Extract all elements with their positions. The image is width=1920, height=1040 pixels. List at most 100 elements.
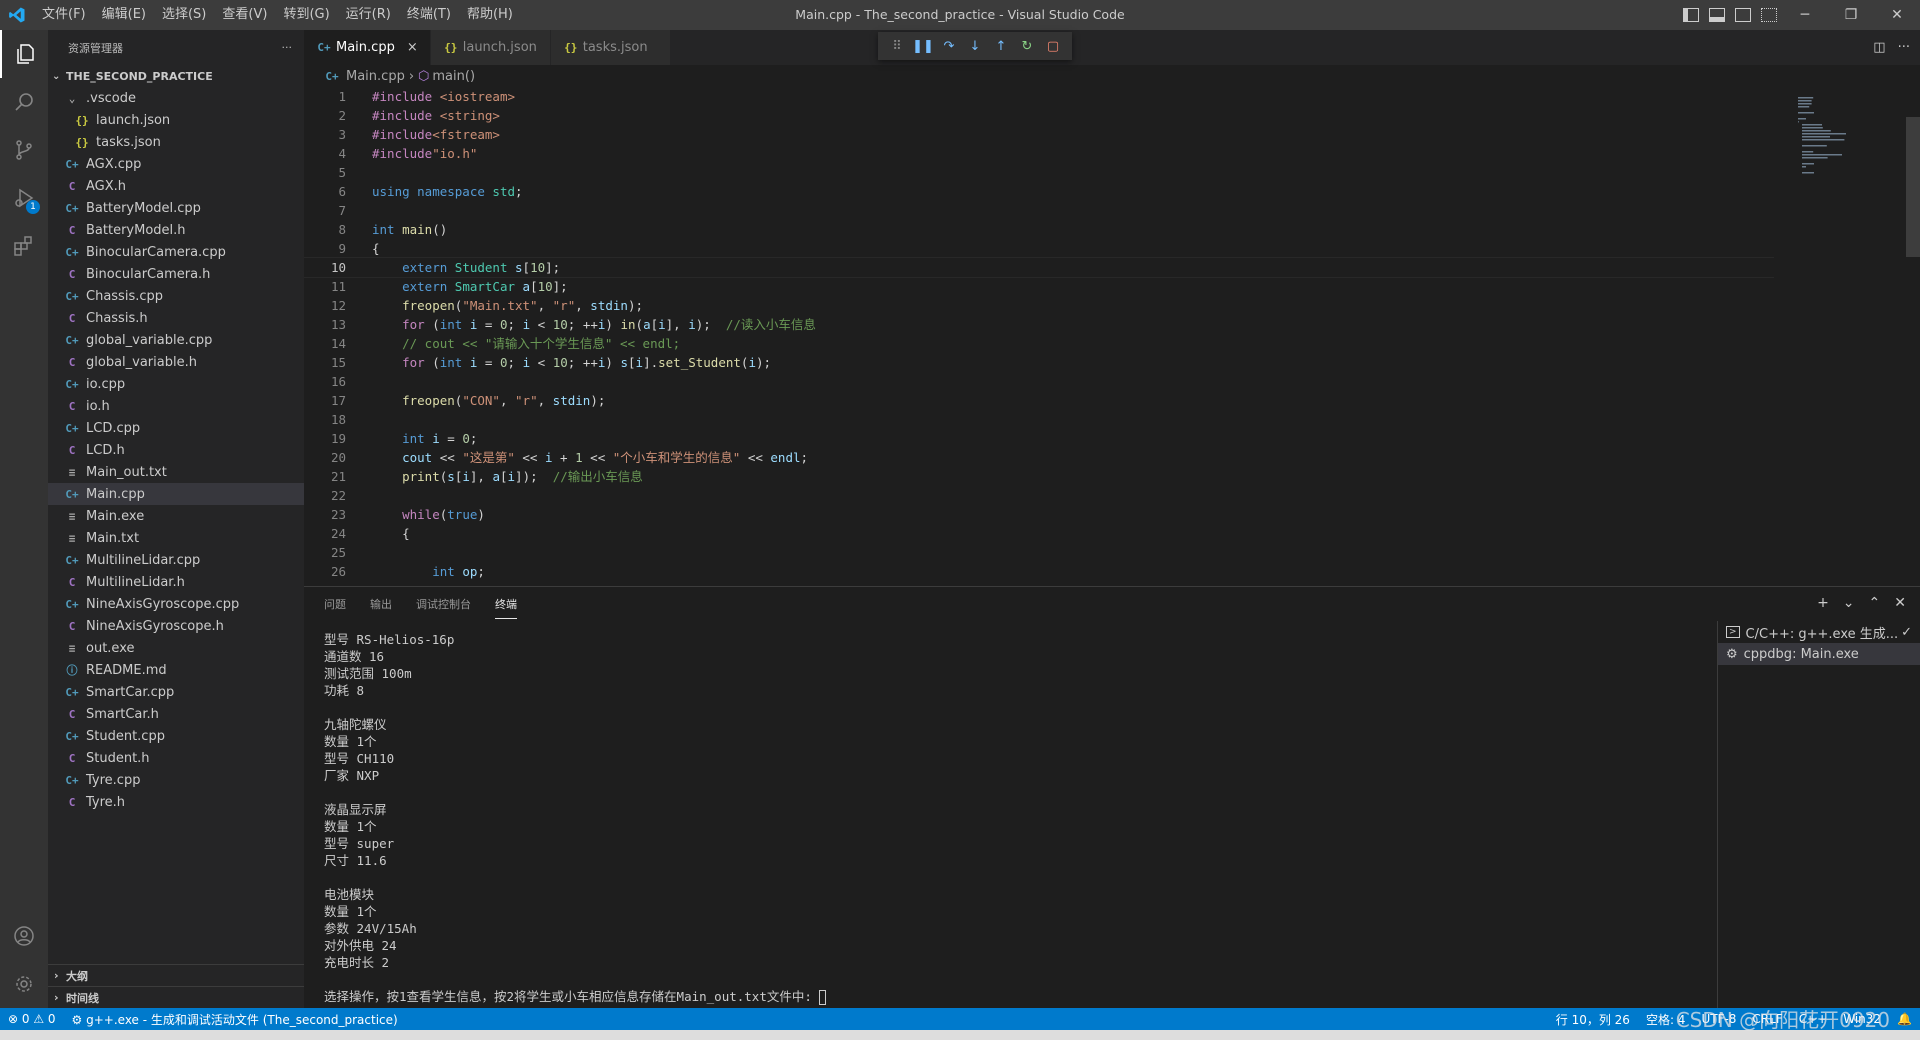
menu-item[interactable]: 终端(T) <box>399 0 459 30</box>
pause-icon[interactable]: ❚❚ <box>910 35 936 57</box>
tree-item[interactable]: C+ BatteryModel.cpp <box>48 197 304 219</box>
tree-item[interactable]: ≡ out.exe <box>48 637 304 659</box>
tree-item[interactable]: C NineAxisGyroscope.h <box>48 615 304 637</box>
tree-item[interactable]: C MultilineLidar.h <box>48 571 304 593</box>
tree-item[interactable]: ≡ Main.exe <box>48 505 304 527</box>
tree-item[interactable]: C+ MultilineLidar.cpp <box>48 549 304 571</box>
workspace-folder[interactable]: ⌄ THE_SECOND_PRACTICE <box>48 65 304 87</box>
minimap[interactable] <box>1796 87 1906 347</box>
tree-item[interactable]: C BinocularCamera.h <box>48 263 304 285</box>
close-tab-icon[interactable]: × <box>407 40 418 55</box>
terminal-output[interactable]: 型号 RS-Helios-16p 通道数 16 测试范围 100m 功耗 8 九轴陀螺仪… <box>324 631 1704 1005</box>
code-line[interactable]: 22 <box>304 486 1774 505</box>
explorer-files-icon[interactable] <box>0 30 48 78</box>
maximize-panel-icon[interactable]: ⌃ <box>1869 595 1881 611</box>
code-line[interactable]: 15 for (int i = 0; i < 10; ++i) s[i].set… <box>304 353 1774 372</box>
tree-item[interactable]: C+ BinocularCamera.cpp <box>48 241 304 263</box>
extensions-icon[interactable] <box>0 222 48 270</box>
tab-main-cpp[interactable]: C+ Main.cpp × <box>304 30 431 65</box>
code-line[interactable]: 8 int main() <box>304 220 1774 239</box>
menu-item[interactable]: 转到(G) <box>275 0 337 30</box>
breadcrumb-file[interactable]: Main.cpp <box>346 69 405 84</box>
customize-layout-icon[interactable] <box>1761 8 1777 22</box>
menu-item[interactable]: 编辑(E) <box>94 0 154 30</box>
cursor-position[interactable]: 行 10，列 26 <box>1548 1011 1638 1028</box>
tree-item[interactable]: C+ LCD.cpp <box>48 417 304 439</box>
menu-item[interactable]: 文件(F) <box>34 0 94 30</box>
tree-item[interactable]: C BatteryModel.h <box>48 219 304 241</box>
menu-item[interactable]: 查看(V) <box>214 0 275 30</box>
scrollbar-thumb[interactable] <box>1906 117 1920 257</box>
tree-item[interactable]: C AGX.h <box>48 175 304 197</box>
toggle-sidebar-icon[interactable] <box>1683 8 1699 22</box>
drag-handle-icon[interactable]: ⠿ <box>884 35 910 57</box>
code-line[interactable]: 20 cout << "这是第" << i + 1 << "个小车和学生的信息"… <box>304 448 1774 467</box>
tree-item[interactable]: C+ SmartCar.cpp <box>48 681 304 703</box>
tree-item[interactable]: Cglobal_variable.h <box>48 351 304 373</box>
tree-item[interactable]: {} launch.json <box>48 109 304 131</box>
tree-item[interactable]: Cio.h <box>48 395 304 417</box>
code-line[interactable]: 26 int op; <box>304 562 1774 581</box>
restore-button[interactable]: ❐ <box>1828 0 1874 30</box>
tree-item[interactable]: C Chassis.h <box>48 307 304 329</box>
code-line[interactable]: 17 freopen("CON", "r", stdin); <box>304 391 1774 410</box>
notifications-bell-icon[interactable]: 🔔 <box>1889 1012 1920 1026</box>
tree-item[interactable]: C+ NineAxisGyroscope.cpp <box>48 593 304 615</box>
code-line[interactable]: 13 for (int i = 0; i < 10; ++i) in(a[i],… <box>304 315 1774 334</box>
code-line[interactable]: 10 extern Student s[10]; <box>304 257 1774 278</box>
tree-item[interactable]: ≡ Main.txt <box>48 527 304 549</box>
panel-tab[interactable]: 调试控制台 <box>416 590 471 619</box>
settings-gear-icon[interactable] <box>0 960 48 1008</box>
panel-tab[interactable]: 终端 <box>495 590 517 619</box>
run-debug-icon[interactable]: 1 <box>0 174 48 222</box>
tree-item[interactable]: C+ Chassis.cpp <box>48 285 304 307</box>
restart-icon[interactable]: ↻ <box>1014 35 1040 57</box>
code-line[interactable]: 16 <box>304 372 1774 391</box>
code-line[interactable]: 21 print(s[i], a[i]); //输出小车信息 <box>304 467 1774 486</box>
timeline-section[interactable]: › 时间线 <box>48 986 304 1008</box>
toggle-secondary-sidebar-icon[interactable] <box>1735 8 1751 22</box>
tab-tasks-json[interactable]: {} tasks.json <box>550 30 671 65</box>
step-into-icon[interactable]: ↓ <box>962 35 988 57</box>
code-line[interactable]: 5 <box>304 163 1774 182</box>
code-line[interactable]: 12 freopen("Main.txt", "r", stdin); <box>304 296 1774 315</box>
step-over-icon[interactable]: ↷ <box>936 35 962 57</box>
code-line[interactable]: 24 { <box>304 524 1774 543</box>
code-line[interactable]: 14 // cout << "请输入十个学生信息" << endl; <box>304 334 1774 353</box>
step-out-icon[interactable]: ↑ <box>988 35 1014 57</box>
tree-item[interactable]: C+ global_variable.cpp <box>48 329 304 351</box>
tree-item[interactable]: C Tyre.h <box>48 791 304 813</box>
tree-item[interactable]: C Student.h <box>48 747 304 769</box>
menu-item[interactable]: 帮助(H) <box>459 0 521 30</box>
code-line[interactable]: 7 <box>304 201 1774 220</box>
code-line[interactable]: 23 while(true) <box>304 505 1774 524</box>
code-line[interactable]: 2 #include <string> <box>304 106 1774 125</box>
tree-item[interactable]: ≡ Main_out.txt <box>48 461 304 483</box>
tree-item[interactable]: C+ Main.cpp <box>48 483 304 505</box>
minimize-button[interactable]: ─ <box>1782 0 1828 30</box>
menu-item[interactable]: 运行(R) <box>338 0 399 30</box>
panel-tab[interactable]: 输出 <box>370 590 392 619</box>
code-line[interactable]: 25 <box>304 543 1774 562</box>
split-editor-icon[interactable]: ◫ <box>1873 40 1885 55</box>
code-line[interactable]: 9{ <box>304 239 1774 258</box>
outline-section[interactable]: › 大纲 <box>48 964 304 986</box>
tree-item[interactable]: C+ Tyre.cpp <box>48 769 304 791</box>
tree-item[interactable]: C+ Student.cpp <box>48 725 304 747</box>
tab-launch-json[interactable]: {} launch.json <box>430 30 551 65</box>
more-actions-icon[interactable]: ··· <box>1898 40 1910 55</box>
code-line[interactable]: 3 #include<fstream> <box>304 125 1774 144</box>
code-line[interactable]: 19 int i = 0; <box>304 429 1774 448</box>
search-icon[interactable] <box>0 78 48 126</box>
tree-item[interactable]: ⌄ .vscode <box>48 87 304 109</box>
code-line[interactable]: 11 extern SmartCar a[10]; <box>304 277 1774 296</box>
code-line[interactable]: 4 #include"io.h" <box>304 144 1774 163</box>
close-panel-icon[interactable]: ✕ <box>1894 595 1906 611</box>
code-line[interactable]: 18 <box>304 410 1774 429</box>
panel-tab[interactable]: 问题 <box>324 590 346 619</box>
account-icon[interactable] <box>0 912 48 960</box>
tree-item[interactable]: ⓘ README.md <box>48 659 304 681</box>
tree-item[interactable]: C+ AGX.cpp <box>48 153 304 175</box>
task-status[interactable]: ⚙ g++.exe - 生成和调试活动文件 (The_second_practi… <box>64 1011 406 1028</box>
editor-scrollbar[interactable] <box>1906 87 1920 586</box>
